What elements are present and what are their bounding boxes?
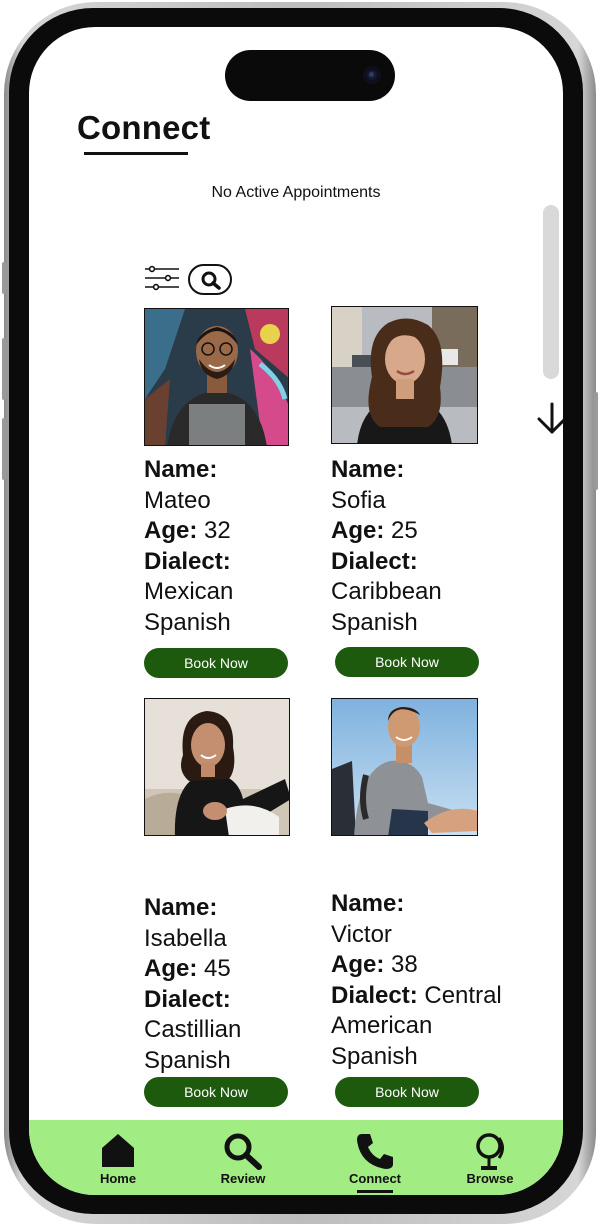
profile-name: Victor: [331, 920, 392, 948]
appointments-status: No Active Appointments: [211, 184, 381, 201]
nav-item-connect[interactable]: Connect: [335, 1120, 415, 1195]
arrow-down-icon[interactable]: [535, 401, 563, 437]
profile-photo: [331, 698, 478, 836]
dialect-label: Dialect:: [331, 981, 418, 1009]
nav-label-browse: Browse: [466, 1171, 514, 1186]
age-label: Age:: [331, 517, 385, 544]
profile-photo: [144, 698, 290, 836]
profile-age: 25: [391, 517, 418, 544]
dynamic-island: [225, 50, 395, 101]
profile-name: Mateo: [144, 486, 211, 514]
name-label: Name:: [144, 894, 218, 921]
profile-dialect-inline: Central: [424, 981, 502, 1009]
name-label: Name:: [144, 456, 218, 483]
profile-info: Name: Sofia Age: 25 Dialect: Caribbean S…: [331, 455, 531, 638]
age-label: Age:: [144, 517, 198, 544]
profile-photo: [144, 308, 289, 446]
profile-name: Sofia: [331, 486, 386, 514]
globe-icon: [476, 1133, 504, 1170]
volume-down-button: [2, 418, 6, 480]
dialect-label: Dialect:: [144, 547, 231, 575]
nav-item-browse[interactable]: Browse: [450, 1120, 530, 1195]
action-button: [2, 262, 6, 294]
nav-item-review[interactable]: Review: [203, 1120, 283, 1195]
profile-dialect-line1: Mexican: [144, 578, 234, 605]
screen: Connect No Active Appointments Name: Mat…: [29, 27, 563, 1195]
profile-dialect-line2: Spanish: [331, 1042, 418, 1070]
profile-age: 32: [204, 517, 231, 544]
name-label: Name:: [331, 890, 405, 917]
profile-photo: [331, 306, 478, 444]
dialect-label: Dialect:: [331, 547, 418, 575]
profile-dialect-line1: Caribbean: [331, 578, 442, 605]
scrollbar[interactable]: [543, 205, 559, 379]
profile-dialect-line2: Spanish: [144, 1046, 231, 1074]
profile-dialect-line1: American: [331, 1012, 433, 1039]
book-now-button[interactable]: Book Now: [144, 648, 288, 678]
power-button: [594, 392, 598, 490]
book-now-button[interactable]: Book Now: [335, 1077, 479, 1107]
profile-name: Isabella: [144, 924, 227, 952]
phone-icon: [357, 1134, 393, 1169]
age-label: Age:: [144, 955, 198, 982]
name-label: Name:: [331, 456, 405, 483]
page-title: Connect: [77, 109, 211, 146]
profile-dialect-line2: Spanish: [144, 608, 231, 636]
profile-info: Name: Victor Age: 38 Dialect: Central Am…: [331, 889, 531, 1072]
dialect-label: Dialect:: [144, 985, 231, 1013]
nav-label-review: Review: [220, 1171, 266, 1186]
search-icon: [201, 271, 221, 290]
phone-bezel: Connect No Active Appointments Name: Mat…: [9, 8, 583, 1214]
nav-label-home: Home: [99, 1171, 137, 1186]
profile-age: 45: [204, 955, 231, 982]
profile-dialect-line2: Spanish: [331, 608, 418, 636]
magnifier-icon: [224, 1133, 262, 1170]
book-now-button[interactable]: Book Now: [144, 1077, 288, 1107]
search-button[interactable]: [188, 264, 232, 295]
profile-info: Name: Isabella Age: 45 Dialect: Castilli…: [144, 893, 344, 1076]
profile-dialect-line1: Castillian: [144, 1016, 242, 1043]
camera-icon: [363, 66, 381, 84]
active-indicator: [357, 1190, 393, 1193]
title-underline: [84, 152, 188, 155]
volume-up-button: [2, 338, 6, 400]
profile-age: 38: [391, 951, 418, 978]
age-label: Age:: [331, 951, 385, 978]
book-now-button[interactable]: Book Now: [335, 647, 479, 677]
bottom-nav: Home Review Connect Browse: [29, 1120, 563, 1195]
home-icon: [102, 1134, 134, 1167]
nav-item-home[interactable]: Home: [78, 1120, 158, 1195]
filter-sliders-icon[interactable]: [143, 263, 181, 295]
nav-label-connect: Connect: [349, 1171, 401, 1186]
profile-info: Name: Mateo Age: 32 Dialect: Mexican Spa…: [144, 455, 344, 638]
